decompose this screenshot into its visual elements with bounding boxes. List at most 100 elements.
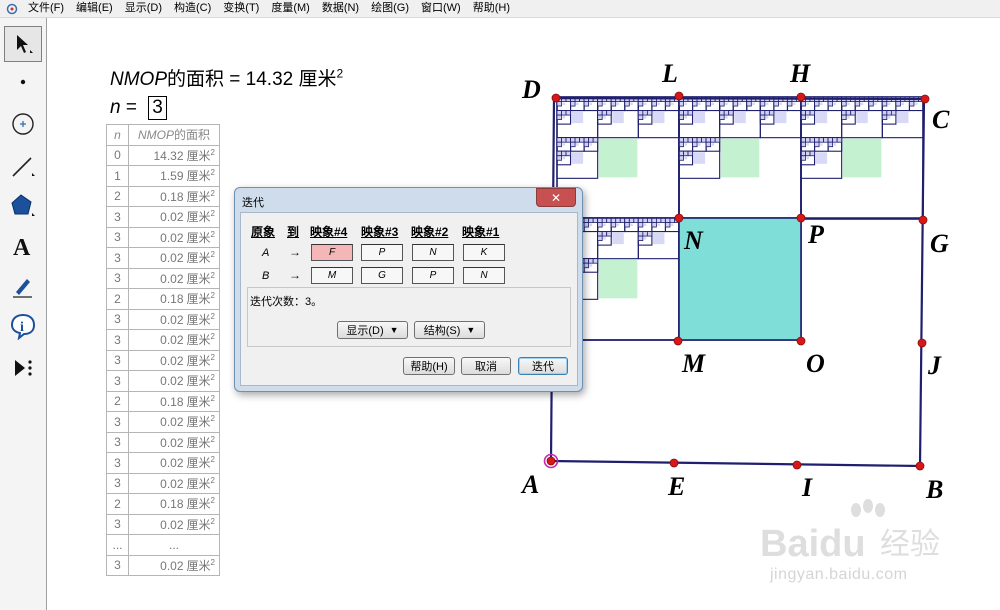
header-image-2[interactable]: 映象#2 [411, 223, 448, 240]
tiny-square [823, 137, 829, 143]
tiny-square [583, 222, 590, 228]
filled-square [603, 116, 606, 119]
filled-square [612, 111, 624, 124]
point-h[interactable] [796, 92, 806, 102]
tiny-square [841, 101, 847, 107]
tiny-square [827, 101, 834, 107]
label-o: O [806, 349, 825, 378]
tiny-square [827, 137, 834, 143]
tiny-square [868, 101, 874, 107]
filled-square [603, 102, 606, 106]
display-dropdown-button[interactable]: 显示(D) ▼ [337, 321, 408, 339]
header-image-3[interactable]: 映象#3 [361, 223, 398, 240]
header-image-1[interactable]: 映象#1 [462, 223, 499, 240]
dialog-close-button[interactable]: ✕ [536, 188, 576, 207]
tiny-square [814, 101, 820, 107]
tiny-square [637, 231, 644, 237]
structure-dropdown-button[interactable]: 结构(S) ▼ [414, 321, 485, 339]
tiny-square [696, 137, 702, 143]
filled-square [684, 156, 688, 160]
point-n[interactable] [674, 213, 684, 223]
point-g[interactable] [918, 215, 928, 225]
filled-square [698, 143, 701, 146]
tiny-square [886, 110, 892, 116]
filled-square [725, 102, 728, 106]
tiny-square [606, 231, 612, 237]
display-button-label: 显示(D) [346, 325, 384, 337]
map-a-image-2[interactable]: N [412, 244, 454, 261]
filled-square [598, 138, 638, 178]
map-a-image-4[interactable]: F [311, 244, 353, 261]
filled-square [752, 102, 755, 106]
help-button[interactable]: 帮助(H) [403, 357, 455, 375]
filled-square [765, 102, 769, 106]
filled-square [792, 102, 796, 106]
filled-square [598, 259, 638, 299]
point-c[interactable] [920, 94, 930, 104]
label-m: M [681, 349, 706, 378]
map-b-image-3[interactable]: G [361, 267, 403, 284]
label-n: N [683, 226, 704, 255]
label-a: A [520, 470, 539, 499]
tiny-square [583, 137, 590, 143]
tiny-square [597, 114, 603, 120]
point-b[interactable] [915, 461, 925, 471]
tiny-square [583, 262, 590, 269]
filled-square [887, 116, 891, 119]
row-a-preimage: A [262, 247, 270, 259]
dialog-title: 迭代 [242, 197, 264, 209]
tiny-square [665, 101, 671, 107]
tiny-square [705, 141, 712, 148]
tiny-square [556, 150, 562, 157]
watermark-cn: 经验 [880, 528, 940, 561]
point-e[interactable] [669, 458, 679, 468]
map-a-image-3[interactable]: P [361, 244, 403, 261]
tiny-square [881, 114, 888, 120]
tiny-square [845, 110, 852, 116]
iterate-button[interactable]: 迭代 [518, 357, 568, 375]
header-image-4[interactable]: 映象#4 [310, 223, 347, 240]
point-m[interactable] [673, 336, 683, 346]
filled-square [684, 143, 688, 146]
tiny-square [714, 137, 721, 143]
map-b-image-1[interactable]: N [463, 267, 505, 284]
point-a[interactable] [546, 456, 556, 466]
filled-square [643, 116, 647, 119]
tiny-square [683, 110, 689, 116]
tiny-square [719, 114, 725, 120]
point-j[interactable] [917, 338, 927, 348]
map-b-image-4[interactable]: M [311, 267, 353, 284]
filled-square [847, 102, 850, 106]
filled-square [774, 111, 787, 124]
filled-square [806, 102, 810, 106]
tiny-square [832, 137, 838, 143]
tiny-square [570, 137, 576, 143]
tiny-square [556, 101, 562, 107]
cancel-button[interactable]: 取消 [461, 357, 511, 375]
tiny-square [805, 150, 811, 157]
filled-square [612, 232, 624, 245]
point-i[interactable] [792, 460, 802, 470]
point-d[interactable] [551, 93, 561, 103]
tiny-square [814, 137, 820, 143]
tiny-square [646, 110, 653, 116]
iterate-dialog: 迭代 ✕ 原象 到 映象#4 映象#3 映象#2 映象#1 A → F P N … [234, 187, 583, 392]
label-e: E [667, 472, 685, 501]
filled-square [589, 264, 593, 267]
map-b-image-2[interactable]: P [412, 267, 454, 284]
tiny-square [610, 101, 617, 107]
label-j: J [927, 351, 942, 380]
tiny-square [588, 258, 594, 264]
tiny-square [692, 141, 698, 148]
point-p[interactable] [796, 213, 806, 223]
map-a-image-1[interactable]: K [463, 244, 505, 261]
tiny-square [556, 155, 562, 161]
tiny-square [687, 110, 693, 116]
tiny-square [692, 101, 698, 107]
point-o[interactable] [796, 336, 806, 346]
filled-square [738, 102, 742, 106]
point-l[interactable] [674, 91, 684, 101]
tiny-square [687, 150, 693, 157]
filled-square [693, 111, 706, 124]
filled-square [562, 156, 566, 160]
